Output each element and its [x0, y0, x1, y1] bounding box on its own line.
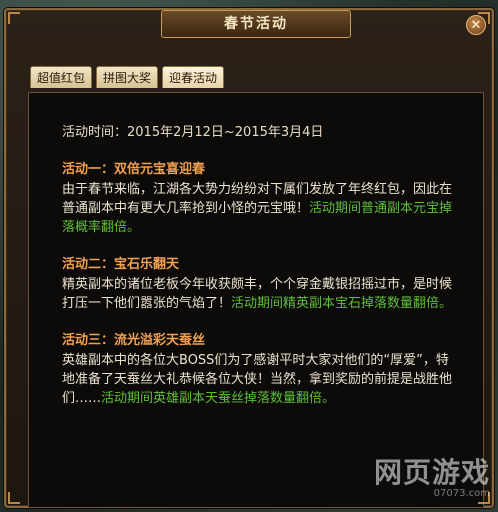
event-content-panel: 活动时间：2015年2月12日~2015年3月4日 活动一：双倍元宝喜迎春 由于…	[28, 92, 484, 508]
frame-corner	[8, 12, 20, 24]
event-heading: 活动一：双倍元宝喜迎春	[62, 162, 206, 177]
spring-festival-window: 春节活动 ✕ 超值红包 拼图大奖 迎春活动 活动时间：2015年2月12日~20…	[4, 8, 494, 508]
event-description: 英雄副本中的各位大BOSS们为了感谢平时大家对他们的“厚爱”，特地准备了天蚕丝大…	[62, 351, 453, 408]
site-watermark: 网页游戏 07073.com	[370, 458, 490, 504]
close-icon[interactable]: ✕	[466, 15, 486, 35]
event-description: 精英副本的诸位老板今年收获颇丰，个个穿金戴银招摇过市，是时候打压一下他们嚣张的气…	[62, 275, 453, 313]
event-section-1: 活动一：双倍元宝喜迎春 由于春节来临，江湖各大势力纷纷对下属们发放了年终红包，因…	[62, 160, 453, 237]
event-description: 由于春节来临，江湖各大势力纷纷对下属们发放了年终红包，因此在普通副本中有更大几率…	[62, 180, 453, 237]
watermark-url: 07073.com	[433, 488, 490, 499]
tab-bar: 超值红包 拼图大奖 迎春活动	[30, 66, 225, 90]
event-section-3: 活动三：流光溢彩天蚕丝 英雄副本中的各位大BOSS们为了感谢平时大家对他们的“厚…	[62, 331, 453, 408]
event-heading: 活动二：宝石乐翻天	[62, 257, 180, 272]
event-bonus-text: 活动期间精英副本宝石掉落数量翻倍。	[231, 296, 453, 311]
tab-red-packet[interactable]: 超值红包	[30, 66, 93, 88]
tab-puzzle-prize[interactable]: 拼图大奖	[96, 66, 159, 88]
event-time: 活动时间：2015年2月12日~2015年3月4日	[62, 125, 324, 140]
event-section-2: 活动二：宝石乐翻天 精英副本的诸位老板今年收获颇丰，个个穿金戴银招摇过市，是时候…	[62, 255, 453, 313]
event-heading: 活动三：流光溢彩天蚕丝	[62, 333, 206, 348]
frame-corner	[8, 492, 20, 504]
event-bonus-text: 活动期间英雄副本天蚕丝掉落数量翻倍。	[101, 391, 336, 406]
tab-spring-event[interactable]: 迎春活动	[162, 66, 225, 88]
window-title: 春节活动	[161, 10, 351, 38]
watermark-logo-text: 网页游戏	[373, 456, 490, 489]
